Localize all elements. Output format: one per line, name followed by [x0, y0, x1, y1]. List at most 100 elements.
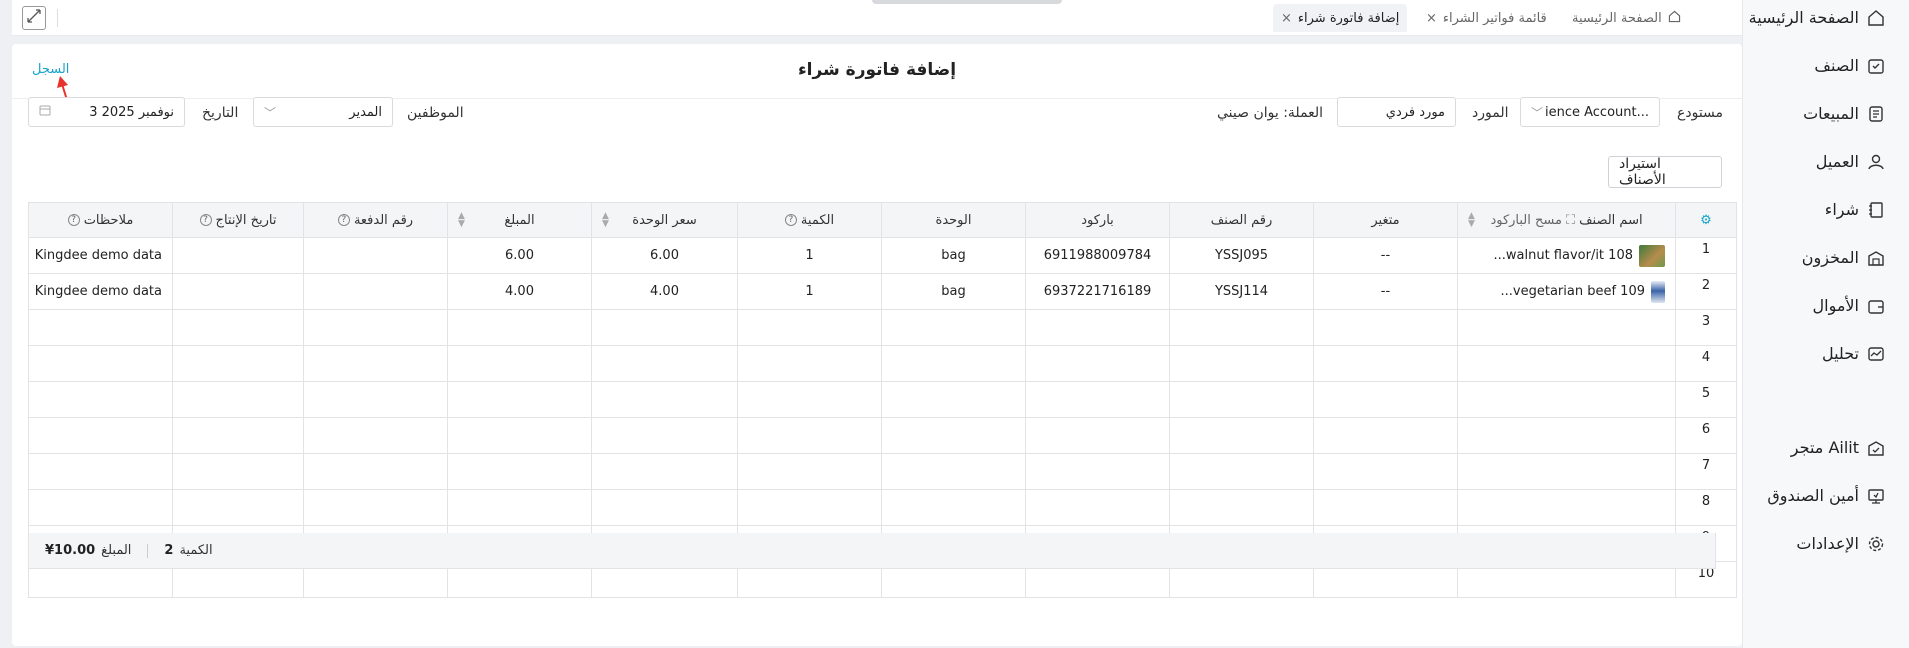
help-icon[interactable]: ? [784, 214, 797, 226]
sidebar-item-items[interactable]: الصنف [1814, 56, 1885, 75]
price-cell[interactable] [591, 345, 738, 382]
staff-select[interactable]: ﹀ المدير [253, 97, 393, 127]
table-row[interactable]: 4 [28, 345, 1737, 382]
close-icon[interactable]: × [1281, 11, 1292, 26]
item-no-cell[interactable]: YSSJ114 [1169, 273, 1314, 310]
batch-cell[interactable] [303, 309, 448, 346]
notes-cell[interactable] [28, 417, 173, 454]
sidebar-item-sales[interactable]: المبيعات [1803, 104, 1885, 123]
warehouse-select[interactable]: ﹀ ience Account... [1520, 97, 1660, 127]
scan-barcode-label[interactable]: مسح الباركود [1490, 213, 1562, 228]
barcode-cell[interactable] [1025, 453, 1170, 490]
barcode-cell[interactable] [1025, 381, 1170, 418]
table-row[interactable]: 6 [28, 417, 1737, 454]
prod-date-cell[interactable] [172, 417, 304, 454]
gear-icon[interactable]: ⚙ [1700, 213, 1712, 228]
item-cell[interactable]: 108 walnut flavor/it... [1457, 237, 1676, 274]
variant-cell[interactable] [1313, 489, 1458, 526]
import-items-button[interactable]: استيراد الأصناف [1608, 156, 1722, 188]
help-icon[interactable]: ? [199, 214, 212, 226]
tab-add-purchase[interactable]: إضافة فاتورة شراء × [1273, 4, 1408, 32]
expand-button[interactable] [22, 6, 46, 30]
close-icon[interactable]: × [1426, 11, 1437, 26]
batch-cell[interactable] [303, 273, 448, 310]
unit-cell[interactable]: bag [881, 237, 1026, 274]
price-cell[interactable] [591, 381, 738, 418]
batch-cell[interactable] [303, 345, 448, 382]
unit-cell[interactable] [881, 489, 1026, 526]
tab-home[interactable]: الصفحة الرئيسية [1564, 4, 1689, 32]
tab-purchase-list[interactable]: قائمة فواتير الشراء × [1418, 4, 1555, 32]
unit-cell[interactable] [881, 417, 1026, 454]
price-cell[interactable] [591, 309, 738, 346]
variant-cell[interactable] [1313, 345, 1458, 382]
unit-cell[interactable] [881, 309, 1026, 346]
item-cell[interactable]: 109 vegetarian beef... [1457, 273, 1676, 310]
item-no-cell[interactable] [1169, 489, 1314, 526]
batch-cell[interactable] [303, 453, 448, 490]
qty-cell[interactable]: 1 [737, 237, 882, 274]
help-icon[interactable]: ? [337, 214, 350, 226]
barcode-cell[interactable] [1025, 309, 1170, 346]
sidebar-item-purchase[interactable]: شراء [1825, 200, 1885, 219]
batch-cell[interactable] [303, 489, 448, 526]
variant-cell[interactable] [1313, 453, 1458, 490]
amount-cell[interactable] [447, 417, 592, 454]
price-cell[interactable] [591, 417, 738, 454]
prod-date-cell[interactable] [172, 489, 304, 526]
prod-date-cell[interactable] [172, 381, 304, 418]
item-no-cell[interactable] [1169, 309, 1314, 346]
amount-cell[interactable] [447, 309, 592, 346]
table-row[interactable]: 7 [28, 453, 1737, 490]
batch-cell[interactable] [303, 381, 448, 418]
table-row[interactable]: 8 [28, 489, 1737, 526]
qty-cell[interactable] [737, 417, 882, 454]
notes-cell[interactable] [28, 381, 173, 418]
variant-cell[interactable] [1313, 417, 1458, 454]
prod-date-cell[interactable] [172, 345, 304, 382]
qty-cell[interactable] [737, 381, 882, 418]
sidebar-item-funds[interactable]: الأموال [1813, 296, 1885, 315]
item-cell[interactable] [1457, 489, 1676, 526]
qty-cell[interactable] [737, 489, 882, 526]
sidebar-item-home[interactable]: الصفحة الرئيسية [1749, 8, 1885, 27]
price-cell[interactable]: 4.00 [591, 273, 738, 310]
barcode-cell[interactable] [1025, 489, 1170, 526]
barcode-cell[interactable]: 6911988009784 [1025, 237, 1170, 274]
table-row[interactable]: 3 [28, 309, 1737, 346]
sidebar-item-analysis[interactable]: تحليل [1822, 344, 1885, 363]
price-cell[interactable] [591, 453, 738, 490]
barcode-cell[interactable]: 6937221716189 [1025, 273, 1170, 310]
variant-cell[interactable] [1313, 309, 1458, 346]
price-cell[interactable] [591, 489, 738, 526]
item-cell[interactable] [1457, 417, 1676, 454]
item-no-cell[interactable] [1169, 345, 1314, 382]
barcode-cell[interactable] [1025, 345, 1170, 382]
unit-cell[interactable]: bag [881, 273, 1026, 310]
unit-cell[interactable] [881, 381, 1026, 418]
amount-cell[interactable] [447, 489, 592, 526]
item-cell[interactable] [1457, 453, 1676, 490]
sort-icon[interactable]: ▲ ▼ [1468, 212, 1475, 229]
history-link[interactable]: السجل [32, 62, 69, 77]
sidebar-item-customer[interactable]: العميل [1816, 152, 1885, 171]
variant-cell[interactable]: -- [1313, 273, 1458, 310]
table-row[interactable]: 2 109 vegetarian beef... -- YSSJ114 6937… [28, 273, 1737, 310]
batch-cell[interactable] [303, 417, 448, 454]
sidebar-item-cashier[interactable]: أمين الصندوق [1767, 486, 1885, 505]
variant-cell[interactable]: -- [1313, 237, 1458, 274]
column-settings[interactable]: ⚙ [1675, 202, 1737, 238]
supplier-input[interactable]: مورد فردي [1337, 97, 1456, 127]
notes-cell[interactable]: Kingdee demo data [28, 273, 173, 310]
prod-date-cell[interactable] [172, 453, 304, 490]
qty-cell[interactable] [737, 309, 882, 346]
item-no-cell[interactable] [1169, 453, 1314, 490]
item-cell[interactable] [1457, 381, 1676, 418]
batch-cell[interactable] [303, 237, 448, 274]
scan-icon[interactable]: ⛶ [1566, 213, 1575, 228]
prod-date-cell[interactable] [172, 237, 304, 274]
item-no-cell[interactable] [1169, 417, 1314, 454]
date-picker[interactable]: 3 نوفمبر 2025 [28, 97, 185, 127]
sort-icon[interactable]: ▲ ▼ [602, 212, 609, 229]
price-cell[interactable]: 6.00 [591, 237, 738, 274]
